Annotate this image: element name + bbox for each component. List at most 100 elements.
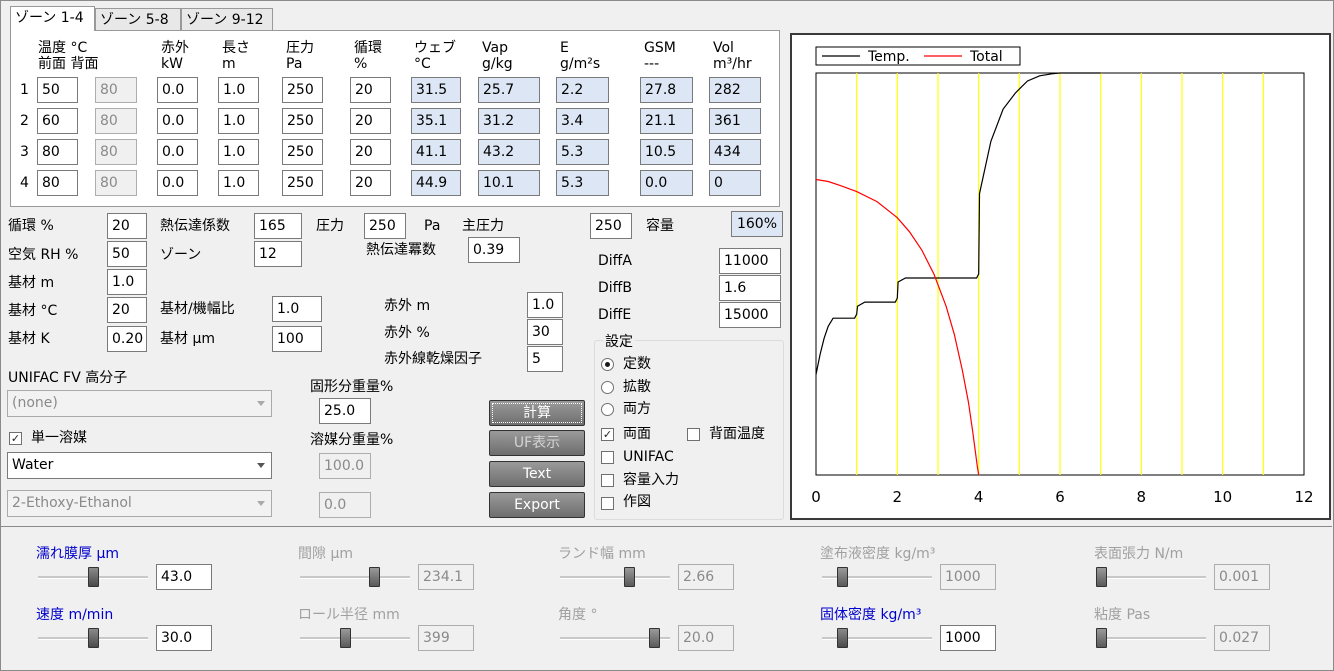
zone-len-field[interactable]: 1.0 (218, 139, 259, 165)
slider-unit: µm (96, 546, 119, 562)
tab-zone-1-4[interactable]: ゾーン 1-4 (10, 6, 95, 31)
diffb-input[interactable]: 1.6 (719, 275, 781, 301)
calculate-button[interactable]: 計算 (489, 400, 585, 426)
diffe-input[interactable]: 15000 (719, 302, 781, 328)
solvent1-select[interactable]: Water (7, 452, 272, 479)
slider-thumb[interactable] (1096, 567, 1107, 587)
zone-len-field[interactable]: 1.0 (218, 170, 259, 196)
single-solvent-checkbox[interactable]: ✓ (9, 432, 22, 445)
zone-circ-field[interactable]: 20 (350, 170, 391, 196)
slider-thumb[interactable] (88, 628, 99, 648)
zone-circ-field[interactable]: 20 (350, 139, 391, 165)
slider-thumb[interactable] (1096, 628, 1107, 648)
zone-circ-field[interactable]: 20 (350, 108, 391, 134)
substrate-m-input[interactable]: 1.0 (107, 269, 147, 295)
zone-front-field[interactable]: 80 (37, 170, 78, 196)
zone-ir-field[interactable]: 0.0 (157, 108, 198, 134)
air-rh-input[interactable]: 50 (107, 241, 147, 267)
slider-value-input[interactable]: 1000 (940, 625, 996, 651)
slider-value-input[interactable]: 30.0 (156, 625, 212, 651)
zone-len-field[interactable]: 1.0 (218, 108, 259, 134)
unifac-label: UNIFAC (623, 449, 674, 465)
solvent2-select[interactable]: 2-Ethoxy-Ethanol (7, 490, 272, 517)
solid-weight-input[interactable]: 25.0 (319, 398, 371, 424)
slider-thumb[interactable] (837, 628, 848, 648)
slider-unit: ° (590, 607, 598, 623)
zone-gsm-field: 21.1 (640, 108, 693, 134)
circulation-input[interactable]: 20 (107, 213, 147, 239)
slider-thumb[interactable] (369, 567, 380, 587)
header-line1: E (560, 40, 569, 56)
zone-row-number: 2 (20, 113, 29, 129)
zone-ir-field[interactable]: 0.0 (157, 170, 198, 196)
zone-pres-field[interactable]: 250 (282, 139, 323, 165)
slider-track[interactable] (1096, 576, 1206, 579)
slider-track[interactable] (300, 576, 410, 579)
slider-track[interactable] (300, 637, 410, 640)
unifac-polymer-select[interactable]: (none) (7, 390, 272, 417)
slider-track[interactable] (1096, 637, 1206, 640)
substrate-k-input[interactable]: 0.20 (107, 326, 147, 352)
drying-chart: 0 2 4 6 8 10 12 Temp. Total (811, 46, 1314, 506)
circulation-label: 循環 % (8, 218, 54, 234)
ir-pct-input[interactable]: 30 (527, 319, 563, 345)
plot-checkbox[interactable] (601, 497, 614, 510)
zones-input[interactable]: 12 (254, 241, 302, 267)
unifac-checkbox[interactable] (601, 451, 614, 464)
substrate-temp-input[interactable]: 20 (107, 297, 147, 323)
tab-zone-5-8[interactable]: ゾーン 5-8 (95, 8, 181, 30)
pressure-input[interactable]: 250 (364, 213, 406, 239)
capacity-input-checkbox[interactable] (601, 474, 614, 487)
header-line1: 循環 (354, 40, 382, 56)
header-line1: Vol (713, 40, 734, 56)
header-line1: 赤外 (161, 40, 189, 56)
export-button[interactable]: Export (489, 492, 585, 518)
slider-label-text: 粘度 (1094, 607, 1122, 623)
zone-front-field[interactable]: 80 (37, 139, 78, 165)
zone-ir-field[interactable]: 0.0 (157, 139, 198, 165)
chevron-down-icon (257, 501, 265, 506)
zone-circ-field[interactable]: 20 (350, 77, 391, 103)
header-line2: Pa (286, 56, 303, 72)
radio-constant[interactable] (601, 358, 614, 371)
ir-m-input[interactable]: 1.0 (527, 292, 563, 318)
slider-thumb[interactable] (624, 567, 635, 587)
slider-value-input: 234.1 (418, 564, 474, 590)
zone-pres-field[interactable]: 250 (282, 170, 323, 196)
zone-web-field: 35.1 (411, 108, 461, 134)
heat-transfer-coef-input[interactable]: 165 (254, 213, 302, 239)
slider-unit: mm (618, 546, 646, 562)
slider-label: 速度 m/min (36, 604, 113, 624)
zone-len-field[interactable]: 1.0 (218, 77, 259, 103)
slider-value-input[interactable]: 43.0 (156, 564, 212, 590)
zone-pres-field[interactable]: 250 (282, 108, 323, 134)
diffa-input[interactable]: 11000 (719, 248, 781, 274)
text-button[interactable]: Text (489, 461, 585, 487)
substrate-thickness-input[interactable]: 100 (272, 326, 322, 352)
radio-diffusion[interactable] (601, 381, 614, 394)
back-temp-checkbox[interactable] (687, 428, 700, 441)
ir-drying-factor-input[interactable]: 5 (527, 346, 563, 372)
zone-pres-field[interactable]: 250 (282, 77, 323, 103)
zone-front-field[interactable]: 60 (37, 108, 78, 134)
radio-both[interactable] (601, 403, 614, 416)
zone-front-field[interactable]: 50 (37, 77, 78, 103)
slider-thumb[interactable] (649, 628, 660, 648)
zone-ir-field[interactable]: 0.0 (157, 77, 198, 103)
zone-back-field: 80 (95, 77, 137, 103)
substrate-width-ratio-input[interactable]: 1.0 (272, 296, 322, 322)
main-pressure-input[interactable]: 250 (590, 213, 632, 239)
zone-e-field: 5.3 (556, 170, 609, 196)
header-line2: m (222, 56, 236, 72)
solvent2-value: 2-Ethoxy-Ethanol (12, 495, 132, 511)
slider-thumb[interactable] (340, 628, 351, 648)
heat-transfer-exponent-input[interactable]: 0.39 (468, 237, 520, 263)
tab-zone-9-12[interactable]: ゾーン 9-12 (181, 8, 273, 30)
slider-track[interactable] (560, 576, 670, 579)
uf-display-button[interactable]: UF表示 (489, 430, 585, 456)
slider-thumb[interactable] (88, 567, 99, 587)
zone-vol-field: 0 (709, 170, 761, 196)
zone-web-field: 31.5 (411, 77, 461, 103)
both-sides-checkbox[interactable]: ✓ (601, 428, 614, 441)
slider-thumb[interactable] (837, 567, 848, 587)
